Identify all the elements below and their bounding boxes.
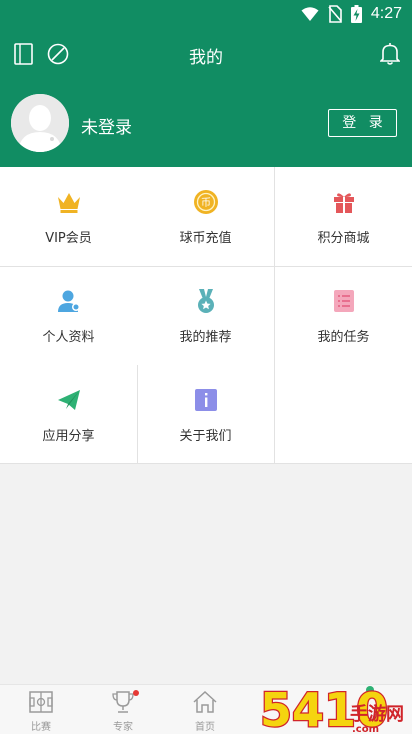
crown-icon xyxy=(57,193,80,213)
battery-charging-icon xyxy=(350,5,362,23)
menu-item-share[interactable]: 应用分享 xyxy=(0,365,137,464)
menu-item-about[interactable]: 关于我们 xyxy=(137,365,274,464)
svg-text:币: 币 xyxy=(201,197,211,209)
menu-label: 我的任务 xyxy=(317,330,370,345)
bell-icon[interactable] xyxy=(380,42,400,66)
menu-label: VIP会员 xyxy=(45,231,92,246)
login-button[interactable]: 登 录 xyxy=(328,109,397,137)
nav-label: 专家 xyxy=(113,722,133,733)
username-label: 未登录 xyxy=(81,118,132,138)
app-bar: 我的 xyxy=(0,30,412,80)
header-area: 4:27 我的 未登录 登 录 xyxy=(0,0,412,167)
menu-item-vip[interactable]: VIP会员 xyxy=(0,167,137,266)
menu-item-recommend[interactable]: 我的推荐 xyxy=(137,266,274,365)
watermark-logo: 5410 手游网 .com xyxy=(259,682,404,734)
nav-tab-matches[interactable]: 比赛 xyxy=(0,685,82,734)
menu-item-tasks[interactable]: 我的任务 xyxy=(275,266,412,365)
default-avatar-icon xyxy=(11,94,69,152)
menu-label: 关于我们 xyxy=(179,429,232,444)
avatar[interactable] xyxy=(11,94,69,152)
svg-text:手游网: 手游网 xyxy=(350,703,404,725)
wifi-icon xyxy=(301,7,319,21)
info-icon xyxy=(194,389,217,411)
notification-dot xyxy=(133,690,139,696)
coin-icon: 币 xyxy=(193,190,218,214)
menu-item-recharge[interactable]: 币 球币充值 xyxy=(137,167,274,266)
home-icon xyxy=(193,690,217,713)
nav-tab-experts[interactable]: 专家 xyxy=(82,685,164,734)
menu-item-profile[interactable]: 个人资料 xyxy=(0,266,137,365)
menu-label: 个人资料 xyxy=(42,330,95,345)
menu-label: 球币充值 xyxy=(179,231,232,246)
user-profile-icon xyxy=(57,290,80,312)
page-title: 我的 xyxy=(189,48,223,68)
profile-section: 未登录 登 录 xyxy=(0,94,412,154)
menu-label: 积分商城 xyxy=(317,231,370,246)
menu-item-points-mall[interactable]: 积分商城 xyxy=(275,167,412,266)
menu-label: 我的推荐 xyxy=(179,330,232,345)
menu-label: 应用分享 xyxy=(42,429,95,444)
grid-divider xyxy=(137,365,138,464)
nav-tab-home[interactable]: 首页 xyxy=(164,685,246,734)
task-list-icon xyxy=(333,290,354,312)
nav-label: 比赛 xyxy=(31,722,51,733)
menu-grid: VIP会员 币 球币充值 积分商城 个人资料 我的推荐 我的任务 应用分享 关于… xyxy=(0,167,412,464)
grid-divider xyxy=(274,167,275,464)
medal-icon xyxy=(197,289,214,313)
gift-icon xyxy=(333,193,354,213)
nav-label: 首页 xyxy=(195,722,215,733)
status-bar: 4:27 xyxy=(0,0,412,30)
pitch-icon xyxy=(29,691,53,713)
paper-plane-icon xyxy=(57,390,80,410)
grid-divider xyxy=(0,266,412,267)
svg-text:.com: .com xyxy=(352,724,379,734)
no-sim-icon xyxy=(328,5,342,23)
status-time: 4:27 xyxy=(370,5,402,22)
